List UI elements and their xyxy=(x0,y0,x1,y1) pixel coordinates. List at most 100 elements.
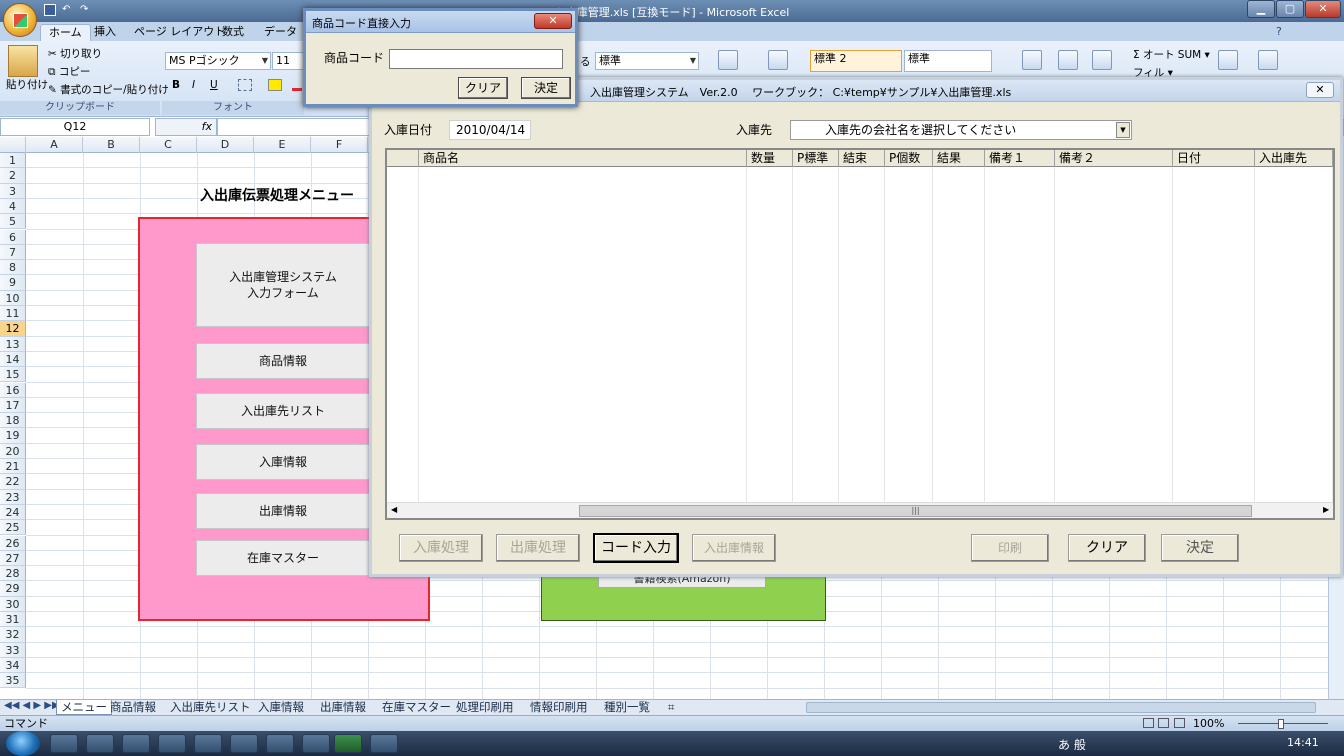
undo-icon[interactable]: ↶ xyxy=(62,4,70,15)
table-horizontal-scrollbar[interactable]: ◀ ||| ▶ xyxy=(387,502,1333,518)
sheet-tab[interactable]: 入庫情報 xyxy=(254,700,308,715)
save-icon[interactable] xyxy=(44,4,56,16)
ime-indicator[interactable]: あ 般 xyxy=(1058,736,1086,753)
row-header[interactable]: 4 xyxy=(0,198,26,215)
media-icon[interactable] xyxy=(122,734,150,753)
style-normal2[interactable]: 標準 2 xyxy=(810,50,902,72)
style-normal[interactable]: 標準 xyxy=(904,50,992,72)
row-header[interactable]: 29 xyxy=(0,581,26,597)
row-header[interactable]: 28 xyxy=(0,566,26,582)
table-column-header[interactable]: 入出庫先 xyxy=(1255,150,1333,167)
paste-button[interactable]: 貼り付け xyxy=(6,77,48,92)
receive-process-button[interactable]: 入庫処理 xyxy=(399,534,483,562)
sheet-tab[interactable]: 出庫情報 xyxy=(316,700,370,715)
row-header[interactable]: 9 xyxy=(0,275,26,291)
app-icon-4[interactable] xyxy=(302,734,330,753)
dialog-close-button[interactable]: ✕ xyxy=(534,13,572,29)
sheet-tab[interactable]: 在庫マスター xyxy=(378,700,455,715)
sheet-nav-arrows-icon[interactable]: ◀◀ ◀ ▶ ▶▶ xyxy=(4,700,60,711)
sort-filter-icon[interactable] xyxy=(1218,50,1238,70)
row-header[interactable]: 16 xyxy=(0,382,26,398)
row-header[interactable]: 3 xyxy=(0,183,26,199)
row-header[interactable]: 15 xyxy=(0,367,26,383)
column-header[interactable]: C xyxy=(140,137,197,153)
menu-button-inventory[interactable]: 在庫マスター xyxy=(196,540,370,576)
row-header[interactable]: 30 xyxy=(0,596,26,612)
column-header[interactable]: E xyxy=(254,137,311,153)
cut-button[interactable]: ✂ 切り取り xyxy=(48,46,102,61)
format-table-icon[interactable] xyxy=(768,50,788,70)
fx-icon[interactable]: fx xyxy=(155,118,217,136)
underline-button[interactable]: U xyxy=(210,79,218,91)
paste-icon[interactable] xyxy=(8,45,38,77)
item-table[interactable]: 商品名 数量 P標準 結束 P個数 結果 備考１ 備考２ 日付 入出庫先 ◀ ||| ▶ xyxy=(385,148,1335,520)
row-header[interactable]: 21 xyxy=(0,459,26,475)
explorer-icon[interactable] xyxy=(86,734,114,753)
tab-formulas[interactable]: 数式 xyxy=(214,24,252,41)
redo-icon[interactable]: ↷ xyxy=(80,4,88,15)
row-header[interactable]: 20 xyxy=(0,443,26,459)
font-name-select[interactable]: MS Pゴシック ▼ xyxy=(165,52,271,70)
table-column-header[interactable]: 日付 xyxy=(1173,150,1255,167)
autosum-button[interactable]: Σ オート SUM ▾ xyxy=(1133,47,1210,62)
sheet-tab[interactable]: 情報印刷用 xyxy=(526,700,592,715)
print-button[interactable]: 印刷 xyxy=(971,534,1049,562)
menu-button-partners[interactable]: 入出庫先リスト xyxy=(196,393,370,429)
row-header[interactable]: 11 xyxy=(0,306,26,322)
row-header[interactable]: 13 xyxy=(0,336,26,352)
table-column-header[interactable]: 結果 xyxy=(933,150,985,167)
menu-button-receiving[interactable]: 入庫情報 xyxy=(196,444,370,480)
app-icon-1[interactable] xyxy=(158,734,186,753)
row-header[interactable]: 32 xyxy=(0,627,26,643)
row-header[interactable]: 1 xyxy=(0,153,26,169)
row-header[interactable]: 27 xyxy=(0,550,26,567)
app-icon-5[interactable] xyxy=(370,734,398,753)
form-close-button[interactable]: ✕ xyxy=(1306,82,1334,98)
table-column-header[interactable]: 数量 xyxy=(747,150,793,167)
sheet-tab[interactable]: 種別一覧 xyxy=(600,700,654,715)
zoom-slider-thumb[interactable] xyxy=(1278,719,1284,729)
row-header[interactable]: 5 xyxy=(0,214,26,230)
border-icon[interactable] xyxy=(238,79,252,91)
help-icon[interactable]: ? xyxy=(1276,25,1282,38)
row-header[interactable]: 19 xyxy=(0,428,26,444)
fill-color-icon[interactable] xyxy=(268,79,282,91)
maximize-button[interactable]: ▢ xyxy=(1276,0,1304,18)
ok-button[interactable]: 決定 xyxy=(1161,534,1239,562)
row-header[interactable]: 23 xyxy=(0,489,26,505)
excel-taskbar-icon[interactable] xyxy=(334,734,362,753)
row-header[interactable]: 10 xyxy=(0,290,26,306)
scroll-left-icon[interactable]: ◀ xyxy=(391,505,397,514)
insert-cells-icon[interactable] xyxy=(1022,50,1042,70)
table-column-header[interactable]: 備考２ xyxy=(1055,150,1173,167)
table-column-header[interactable]: 商品名 xyxy=(419,150,747,167)
destination-select[interactable]: 入庫先の会社名を選択してください ▼ xyxy=(790,120,1132,140)
column-header[interactable]: F xyxy=(311,137,368,153)
start-button[interactable] xyxy=(6,731,40,756)
column-header[interactable]: D xyxy=(197,137,254,153)
select-all-corner[interactable] xyxy=(0,137,26,153)
row-header[interactable]: 31 xyxy=(0,612,26,628)
menu-button-shipping[interactable]: 出庫情報 xyxy=(196,493,370,529)
menu-button-products[interactable]: 商品情報 xyxy=(196,343,370,379)
sheet-tab[interactable]: 入出庫先リスト xyxy=(166,700,255,715)
clear-button[interactable]: クリア xyxy=(1068,534,1146,562)
row-header[interactable]: 22 xyxy=(0,474,26,490)
sheet-horizontal-scrollbar[interactable] xyxy=(806,702,1316,713)
format-cells-icon[interactable] xyxy=(1092,50,1112,70)
row-header[interactable]: 35 xyxy=(0,673,26,689)
conditional-format-icon[interactable] xyxy=(718,50,738,70)
row-header[interactable]: 8 xyxy=(0,260,26,276)
bold-button[interactable]: B xyxy=(172,79,180,91)
sheet-tab[interactable]: メニュー xyxy=(56,700,112,715)
code-input-button[interactable]: コード入力 xyxy=(594,534,678,562)
zoom-level[interactable]: 100% xyxy=(1193,716,1224,731)
sheet-tab[interactable]: 処理印刷用 xyxy=(452,700,518,715)
office-button[interactable] xyxy=(3,3,37,37)
tab-home[interactable]: ホーム xyxy=(40,24,91,41)
row-header[interactable]: 18 xyxy=(0,413,26,429)
number-format-select[interactable]: 標準 ▼ xyxy=(595,52,699,70)
scroll-right-icon[interactable]: ▶ xyxy=(1323,505,1329,514)
folder-icon[interactable] xyxy=(194,734,222,753)
row-header[interactable]: 17 xyxy=(0,397,26,414)
